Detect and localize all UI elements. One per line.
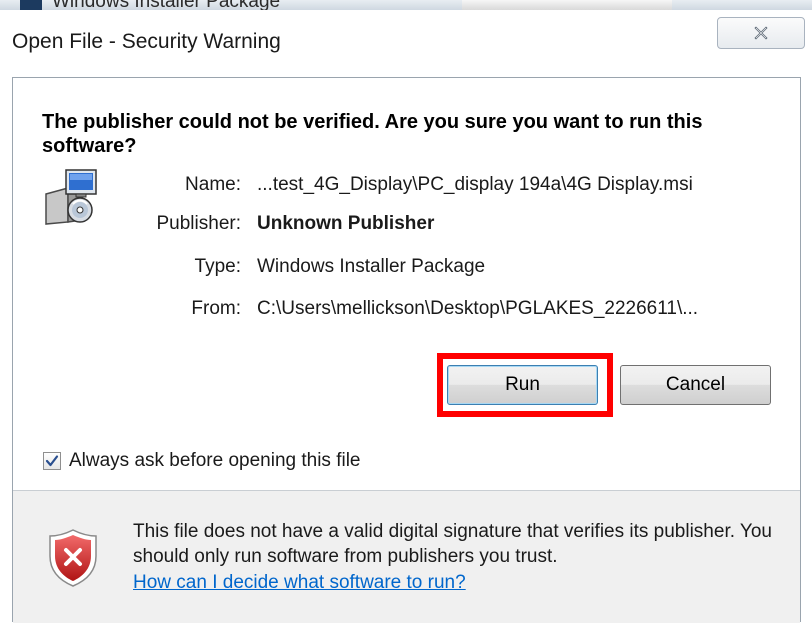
background-window-title: Windows Installer Package bbox=[52, 0, 280, 10]
help-link[interactable]: How can I decide what software to run? bbox=[133, 570, 466, 595]
publisher-label: Publisher: bbox=[156, 213, 242, 234]
security-shield-icon bbox=[49, 529, 97, 587]
background-window-titlebar: Windows Installer Package bbox=[0, 0, 812, 10]
warning-footer: This file does not have a valid digital … bbox=[13, 491, 800, 623]
dialog-title: Open File - Security Warning bbox=[12, 30, 281, 53]
always-ask-checkbox[interactable] bbox=[43, 452, 61, 470]
always-ask-row[interactable]: Always ask before opening this file bbox=[43, 448, 361, 474]
field-row-name: Name: ...test_4G_Display\PC_display 194a… bbox=[13, 172, 802, 198]
close-button[interactable] bbox=[717, 17, 805, 49]
always-ask-label: Always ask before opening this file bbox=[69, 450, 361, 471]
cancel-button[interactable]: Cancel bbox=[620, 365, 771, 405]
type-label: Type: bbox=[194, 256, 241, 277]
field-row-type: Type: Windows Installer Package bbox=[13, 254, 802, 280]
close-icon bbox=[754, 26, 768, 40]
dialog-titlebar: Open File - Security Warning bbox=[0, 10, 812, 74]
field-row-from: From: C:\Users\mellickson\Desktop\PGLAKE… bbox=[13, 296, 802, 322]
security-warning-dialog: Open File - Security Warning The publish… bbox=[0, 10, 812, 623]
background-window-button bbox=[462, 0, 672, 10]
dialog-headline: The publisher could not be verified. Are… bbox=[42, 111, 703, 157]
checkmark-icon bbox=[45, 455, 59, 467]
name-value: ...test_4G_Display\PC_display 194a\4G Di… bbox=[257, 174, 693, 195]
name-label: Name: bbox=[185, 174, 241, 195]
warning-text: This file does not have a valid digital … bbox=[133, 521, 772, 567]
background-window-icon bbox=[20, 0, 42, 10]
publisher-value: Unknown Publisher bbox=[257, 213, 435, 234]
from-label: From: bbox=[191, 298, 241, 319]
run-button[interactable]: Run bbox=[447, 365, 598, 405]
dialog-content: The publisher could not be verified. Are… bbox=[12, 77, 802, 623]
type-value: Windows Installer Package bbox=[257, 256, 486, 277]
field-row-publisher: Publisher: Unknown Publisher bbox=[13, 211, 802, 237]
from-value: C:\Users\mellickson\Desktop\PGLAKES_2226… bbox=[257, 298, 699, 319]
